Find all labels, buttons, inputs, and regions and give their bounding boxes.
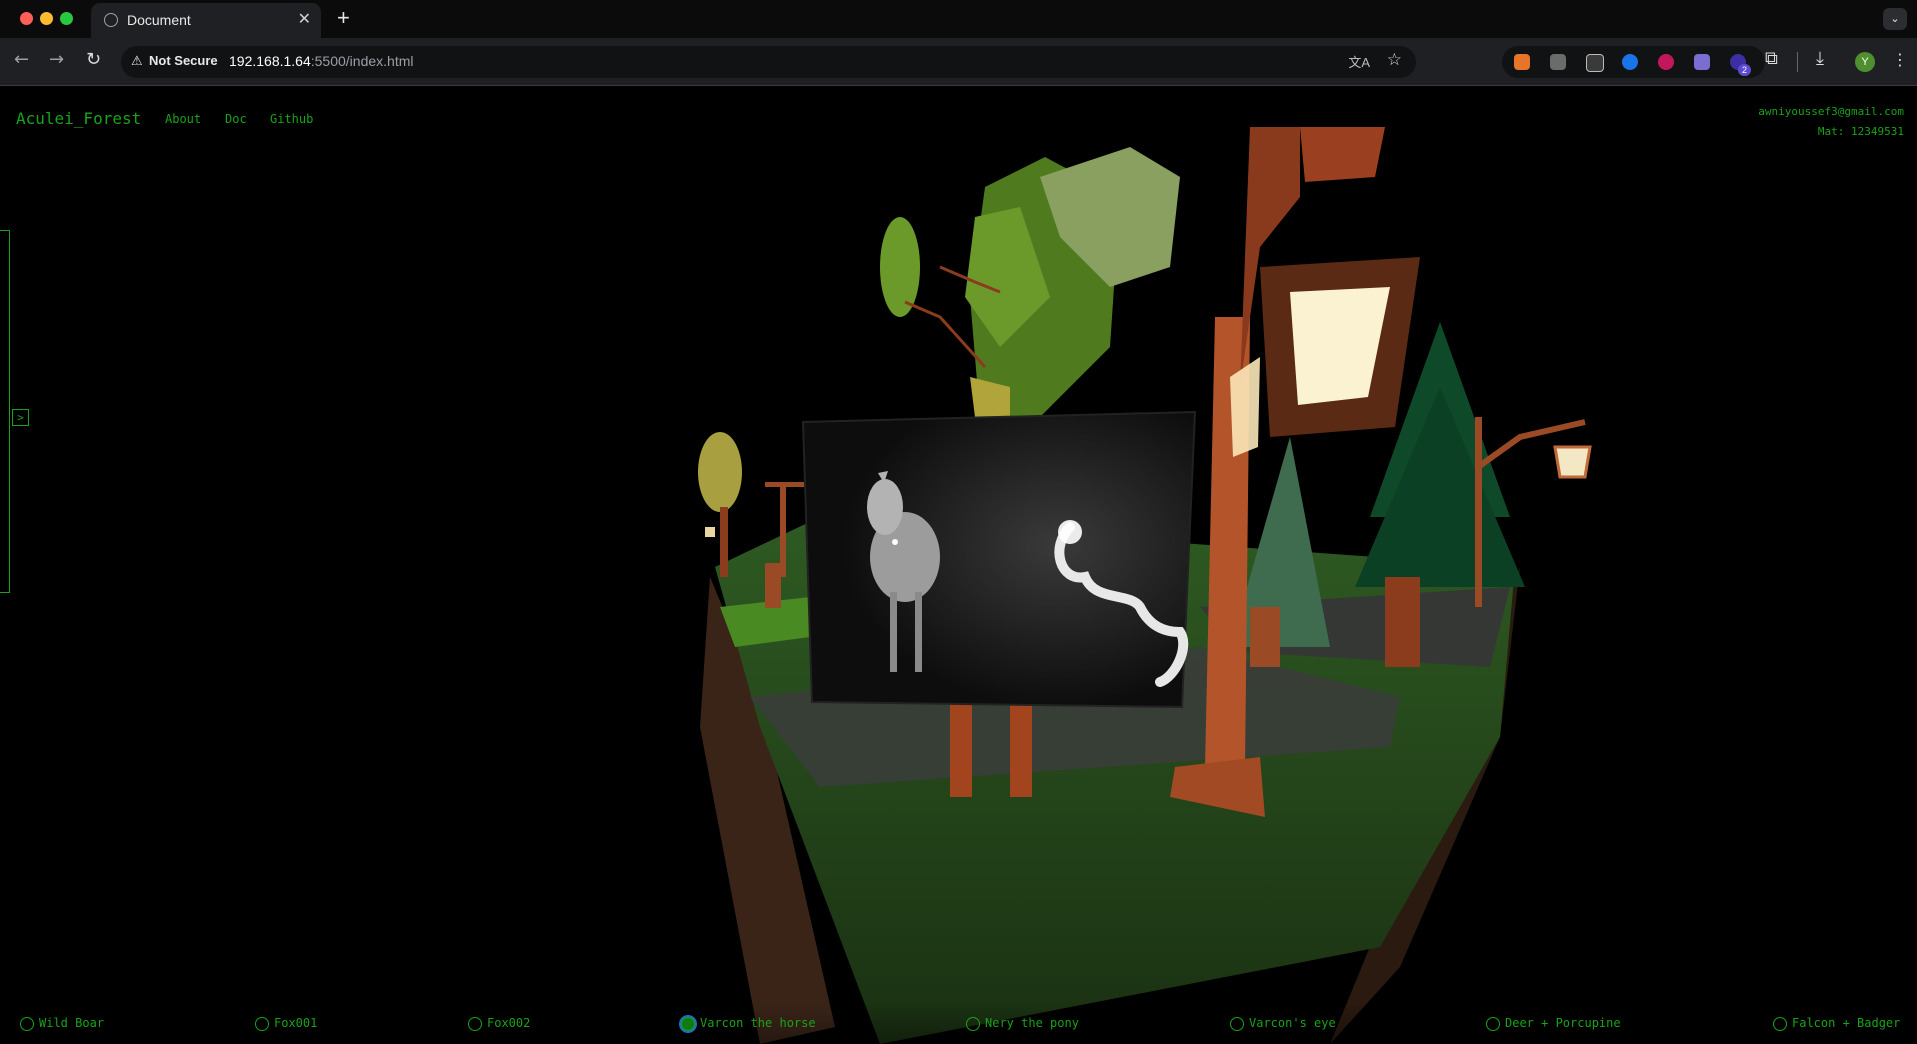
gallery-option-label: Fox002 bbox=[487, 1016, 531, 1030]
maximize-window-button[interactable] bbox=[60, 12, 73, 25]
nav-doc[interactable]: Doc bbox=[225, 112, 247, 126]
gallery-option-label: Fox001 bbox=[274, 1016, 318, 1030]
forest-3d-scene[interactable] bbox=[0, 87, 1917, 1044]
small-tree bbox=[698, 432, 742, 512]
lamp-arm-far bbox=[765, 482, 805, 487]
react-devtools-icon[interactable] bbox=[1586, 54, 1604, 72]
extensions-area: 2 bbox=[1502, 46, 1765, 78]
forward-button[interactable]: → bbox=[49, 49, 64, 70]
side-panel-toggle[interactable]: > bbox=[12, 409, 29, 426]
small-tree-trunk bbox=[720, 507, 728, 577]
close-tab-icon[interactable]: ✕ bbox=[298, 9, 311, 29]
nav-about[interactable]: About bbox=[165, 112, 201, 126]
camera-trap-photo[interactable] bbox=[801, 410, 1197, 709]
download-icon[interactable]: ⤓ bbox=[1816, 48, 1824, 69]
translate-icon[interactable]: 文A bbox=[1348, 52, 1370, 71]
user-email: awniyoussef3@gmail.com bbox=[1758, 105, 1904, 118]
radio-button[interactable] bbox=[1486, 1017, 1500, 1031]
reload-button[interactable]: ↻ bbox=[86, 49, 101, 70]
profile-avatar[interactable]: Y bbox=[1855, 52, 1875, 72]
url-text[interactable]: 192.168.1.64:5500/index.html bbox=[229, 53, 413, 69]
minimize-window-button[interactable] bbox=[40, 12, 53, 25]
close-window-button[interactable] bbox=[20, 12, 33, 25]
ghost-extension-icon[interactable] bbox=[1694, 54, 1710, 70]
nav-github[interactable]: Github bbox=[270, 112, 313, 126]
browser-tab-bar: Document ✕ + ⌄ bbox=[0, 0, 1917, 38]
gallery-option-label: Varcon's eye bbox=[1249, 1016, 1336, 1030]
radio-button[interactable] bbox=[255, 1017, 269, 1031]
menu-icon[interactable]: ⋮ bbox=[1892, 50, 1908, 69]
extension-badge: 2 bbox=[1738, 64, 1751, 76]
new-tab-button[interactable]: + bbox=[337, 5, 350, 31]
gallery-option-label: Nery the pony bbox=[985, 1016, 1079, 1030]
extension-icon[interactable] bbox=[1658, 54, 1674, 70]
pine-trunk-back bbox=[1250, 607, 1280, 667]
site-brand[interactable]: Aculei_Forest bbox=[16, 109, 141, 128]
radio-button-selected[interactable] bbox=[681, 1017, 695, 1031]
tab-search-button[interactable]: ⌄ bbox=[1883, 8, 1907, 30]
browser-tab[interactable]: Document ✕ bbox=[91, 3, 321, 38]
user-mat: Mat: 12349531 bbox=[1817, 125, 1904, 138]
gallery-selector: Wild Boar Fox001 Fox002 Varcon the horse… bbox=[0, 1002, 1917, 1044]
side-panel[interactable] bbox=[0, 230, 10, 593]
gallery-option-label: Varcon the horse bbox=[700, 1016, 816, 1030]
lantern-right bbox=[1553, 445, 1592, 479]
extension-icon[interactable] bbox=[1622, 54, 1638, 70]
radio-button[interactable] bbox=[20, 1017, 34, 1031]
extension-icon[interactable] bbox=[1550, 54, 1566, 70]
address-bar[interactable]: ⚠ Not Secure 192.168.1.64:5500/index.htm… bbox=[121, 46, 1416, 78]
toolbar-divider bbox=[1797, 52, 1798, 72]
tab-title: Document bbox=[127, 12, 191, 28]
radio-button[interactable] bbox=[1773, 1017, 1787, 1031]
radio-button[interactable] bbox=[468, 1017, 482, 1031]
radio-button[interactable] bbox=[1230, 1017, 1244, 1031]
page-viewport: Aculei_Forest About Doc Github awniyouss… bbox=[0, 87, 1917, 1044]
back-button[interactable]: ← bbox=[14, 49, 29, 70]
gallery-option-label: Falcon + Badger bbox=[1792, 1016, 1901, 1030]
gallery-option-label: Wild Boar bbox=[39, 1016, 105, 1030]
tree-branch-foliage bbox=[880, 217, 920, 317]
lamp-post-right bbox=[1475, 417, 1482, 607]
radio-button[interactable] bbox=[966, 1017, 980, 1031]
lamp-top bbox=[1300, 127, 1385, 182]
gallery-option-label: Deer + Porcupine bbox=[1505, 1016, 1621, 1030]
globe-icon bbox=[104, 13, 118, 27]
user-info: awniyoussef3@gmail.com Mat: 12349531 bbox=[1758, 102, 1904, 142]
security-chip[interactable]: Not Secure bbox=[149, 53, 218, 68]
warning-icon: ⚠ bbox=[131, 53, 143, 68]
bench-leg bbox=[773, 563, 781, 608]
fox-extension-icon[interactable] bbox=[1514, 54, 1530, 70]
bookmark-star-icon[interactable]: ☆ bbox=[1387, 50, 1402, 70]
puzzle-icon[interactable]: ⧉ bbox=[1765, 48, 1778, 69]
browser-toolbar: ← → ↻ ⚠ Not Secure 192.168.1.64:5500/ind… bbox=[0, 38, 1917, 86]
eye-glow bbox=[1058, 520, 1082, 544]
bench-leg bbox=[765, 563, 773, 608]
far-lantern bbox=[705, 527, 715, 537]
pine-trunk bbox=[1385, 577, 1420, 667]
